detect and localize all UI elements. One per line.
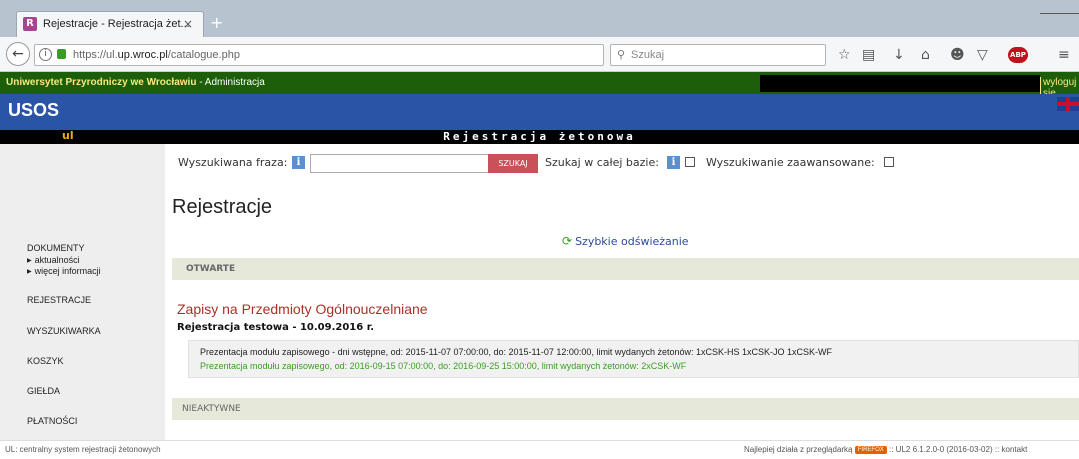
firefox-icon[interactable]: FIREFOX bbox=[854, 446, 887, 454]
english-flag-icon[interactable] bbox=[1057, 97, 1079, 111]
info-icon[interactable]: i bbox=[667, 156, 680, 169]
registration-title[interactable]: Zapisy na Przedmioty Ogólnouczelniane bbox=[177, 301, 428, 317]
download-icon[interactable]: ↓ bbox=[893, 47, 905, 63]
bookmark-star-icon[interactable]: ☆ bbox=[838, 47, 851, 63]
page: Uniwersytet Przyrodniczy we Wrocławiu - … bbox=[0, 72, 1079, 440]
search-row: Wyszukiwana fraza: i SZUKAJ Szukaj w cał… bbox=[178, 154, 1078, 173]
advanced-search-checkbox[interactable] bbox=[884, 157, 894, 167]
footer-info: Najlepiej działa z przeglądarką FIREFOX … bbox=[744, 445, 1027, 454]
contact-link[interactable]: :: kontakt bbox=[995, 445, 1027, 454]
usos-header: USOS bbox=[0, 94, 1079, 130]
home-icon[interactable]: ⌂ bbox=[921, 47, 930, 63]
search-button[interactable]: SZUKAJ bbox=[488, 154, 538, 173]
refresh-icon: ⟳ bbox=[562, 234, 573, 248]
favicon-icon: R bbox=[23, 17, 37, 31]
advanced-search-label: Wyszukiwanie zaawansowane: bbox=[706, 156, 875, 169]
inactive-section-label: NIEAKTYWNE bbox=[182, 404, 241, 414]
search-input[interactable] bbox=[310, 154, 490, 173]
sidebar-item-news[interactable]: aktualności bbox=[27, 255, 80, 265]
back-button[interactable]: ← bbox=[6, 42, 30, 66]
sidebar-item-registrations[interactable]: REJESTRACJE bbox=[27, 295, 91, 305]
quick-refresh-link[interactable]: ⟳ Szybkie odświeżanie bbox=[562, 234, 689, 248]
tab-title: Rejestracje - Rejestracja żet... bbox=[43, 18, 190, 30]
sidebar-item-more-info[interactable]: więcej informacji bbox=[27, 266, 101, 276]
sidebar-item-search[interactable]: WYSZUKIWARKA bbox=[27, 326, 101, 336]
search-placeholder: Szukaj bbox=[631, 49, 665, 61]
sidebar-item-payments[interactable]: PŁATNOŚCI bbox=[27, 416, 77, 426]
browser-tab-bar: R Rejestracje - Rejestracja żet... × + bbox=[0, 0, 1079, 37]
page-title: Rejestracje bbox=[172, 196, 273, 218]
info-icon[interactable]: i bbox=[292, 156, 305, 169]
whole-db-label: Szukaj w całej bazie: bbox=[545, 156, 659, 169]
sidebar bbox=[0, 144, 165, 440]
url-bar[interactable]: i https://ul.up.wroc.pl/catalogue.php ↻ bbox=[34, 44, 629, 66]
browser-nav-bar: ← i https://ul.up.wroc.pl/catalogue.php … bbox=[0, 37, 1079, 72]
sidebar-item-exchange[interactable]: GIEŁDA bbox=[27, 386, 60, 396]
reading-list-icon[interactable]: ▤ bbox=[862, 47, 875, 63]
registration-rounds: Prezentacja modułu zapisowego - dni wstę… bbox=[188, 340, 1079, 378]
window-edge bbox=[1040, 13, 1079, 14]
user-info-box bbox=[760, 75, 1040, 92]
quick-refresh-label: Szybkie odświeżanie bbox=[575, 235, 689, 248]
arrow-left-icon: ← bbox=[12, 46, 24, 62]
ul-logo: ul bbox=[62, 129, 74, 142]
footer-version: :: UL2 6.1.2.0-0 (2016-03-02) bbox=[889, 445, 993, 454]
chat-icon[interactable]: ☻ bbox=[950, 47, 965, 63]
usos-logo[interactable]: USOS bbox=[8, 100, 59, 121]
search-label: Wyszukiwana fraza: bbox=[178, 156, 288, 169]
url-text: https://ul.up.wroc.pl/catalogue.php bbox=[73, 49, 240, 61]
registration-round-active[interactable]: Prezentacja modułu zapisowego, od: 2016-… bbox=[200, 361, 686, 371]
browser-tab[interactable]: R Rejestracje - Rejestracja żet... × bbox=[16, 11, 204, 37]
page-banner-text: Rejestracja żetonowa bbox=[443, 130, 636, 143]
menu-icon[interactable]: ≡ bbox=[1058, 47, 1070, 63]
admin-link[interactable]: - Administracja bbox=[196, 77, 265, 88]
pocket-icon[interactable]: ▽ bbox=[977, 47, 988, 63]
university-name[interactable]: Uniwersytet Przyrodniczy we Wrocławiu - … bbox=[6, 77, 265, 88]
url-path: /catalogue.php bbox=[167, 49, 240, 61]
browser-search-bar[interactable]: ⚲ Szukaj bbox=[610, 44, 826, 66]
open-section-header: OTWARTE bbox=[172, 258, 1079, 280]
registration-subtitle: Rejestracja testowa - 10.09.2016 r. bbox=[177, 322, 375, 333]
open-section-label: OTWARTE bbox=[186, 264, 236, 274]
page-banner: Rejestracja żetonowa bbox=[0, 130, 1079, 144]
url-domain: up.wroc.pl bbox=[117, 49, 168, 61]
lock-icon bbox=[57, 49, 66, 59]
info-icon[interactable]: i bbox=[39, 48, 52, 61]
search-icon: ⚲ bbox=[617, 48, 626, 61]
footer: UL: centralny system rejestracji żetonow… bbox=[0, 440, 1079, 459]
url-prefix: https://ul. bbox=[73, 49, 118, 61]
sidebar-item-cart[interactable]: KOSZYK bbox=[27, 356, 64, 366]
university-bar: Uniwersytet Przyrodniczy we Wrocławiu - … bbox=[0, 72, 1079, 99]
adblock-icon[interactable]: ABP bbox=[1008, 47, 1028, 63]
footer-best-with: Najlepiej działa z przeglądarką bbox=[744, 445, 853, 454]
registration-round[interactable]: Prezentacja modułu zapisowego - dni wstę… bbox=[200, 347, 832, 357]
university-label: Uniwersytet Przyrodniczy we Wrocławiu bbox=[6, 77, 197, 88]
new-tab-button[interactable]: + bbox=[210, 13, 223, 32]
footer-description: UL: centralny system rejestracji żetonow… bbox=[5, 445, 161, 454]
inactive-section-header: NIEAKTYWNE bbox=[172, 398, 1079, 420]
close-tab-icon[interactable]: × bbox=[183, 17, 193, 31]
whole-db-checkbox[interactable] bbox=[685, 157, 695, 167]
sidebar-item-documents[interactable]: DOKUMENTY bbox=[27, 243, 85, 253]
